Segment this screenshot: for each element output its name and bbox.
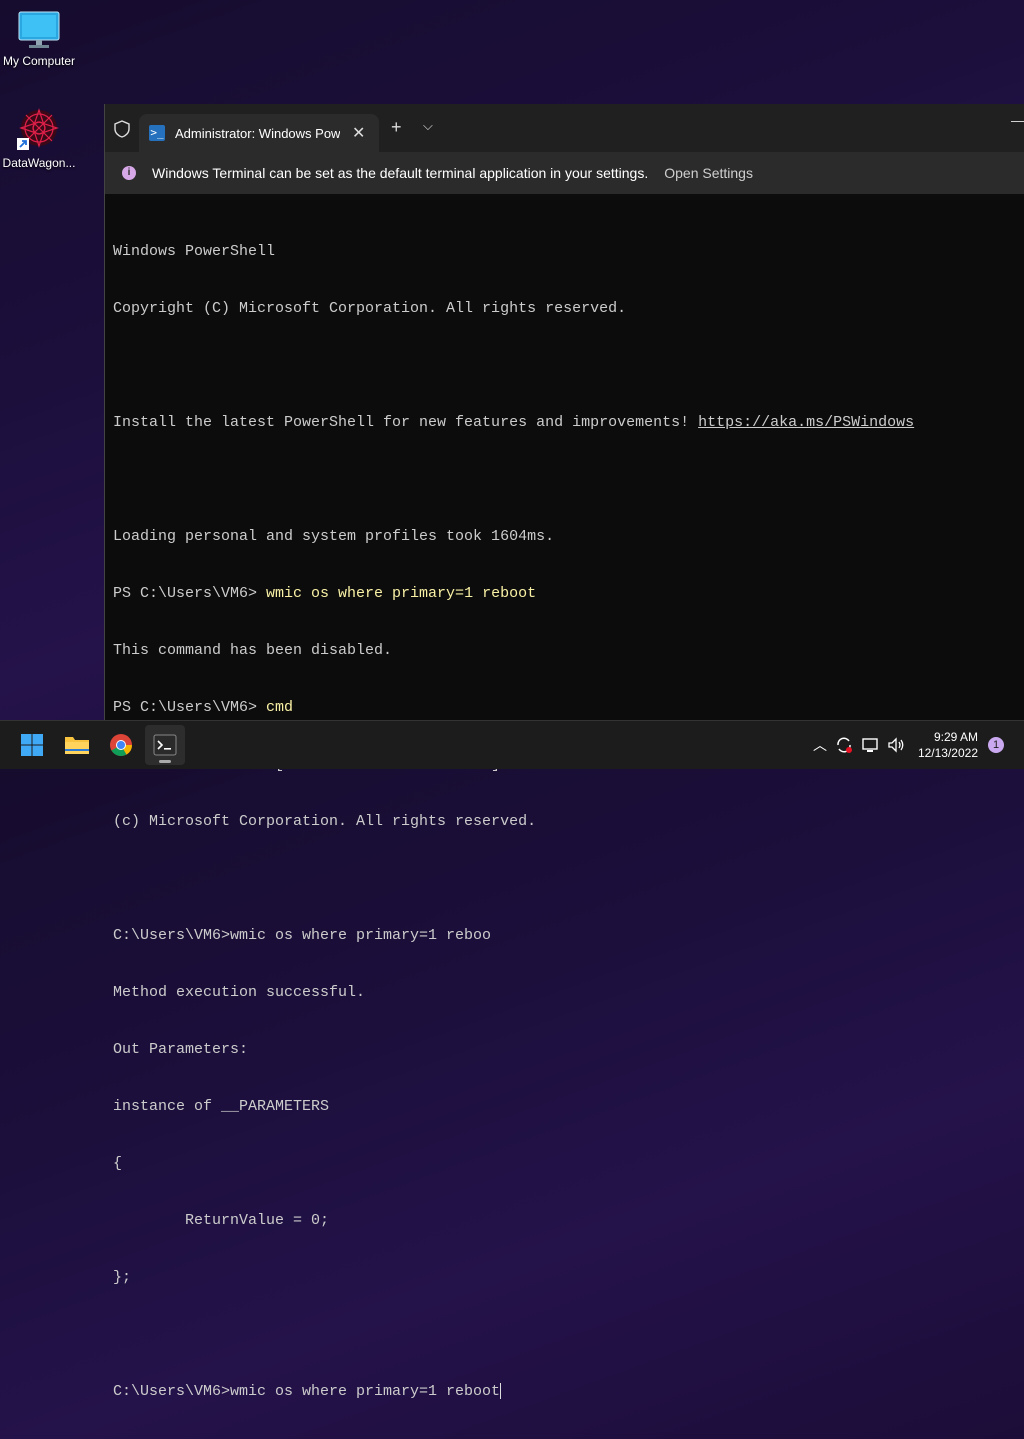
terminal-taskbar-button[interactable] — [145, 725, 185, 765]
terminal-icon — [153, 734, 177, 756]
datawagon-logo-icon — [17, 108, 59, 150]
desktop-icon-datawagon[interactable]: DataWagon... — [0, 106, 82, 170]
file-explorer-icon — [65, 737, 89, 754]
console-line: }; — [113, 1269, 132, 1286]
desktop-icon-my-computer[interactable]: My Computer — [0, 10, 82, 68]
console-line: This command has been disabled. — [113, 642, 393, 659]
file-explorer-button[interactable] — [57, 725, 97, 765]
close-tab-button[interactable]: ✕ — [352, 123, 365, 143]
console-line: instance of __PARAMETERS — [113, 1098, 330, 1115]
console-line: PS C:\Users\VM6> cmd — [113, 698, 1024, 717]
sync-icon[interactable] — [834, 735, 854, 755]
volume-icon[interactable] — [886, 735, 906, 755]
console-line: ReturnValue = 0; — [113, 1212, 330, 1229]
desktop-icon-label: DataWagon... — [2, 156, 76, 170]
monitor-icon — [18, 11, 60, 48]
console-input-text: C:\Users\VM6>wmic os where primary=1 reb… — [113, 1383, 501, 1400]
clock-time: 9:29 AM — [933, 730, 978, 744]
terminal-window: >_ Administrator: Windows Powe ✕ + ⌵ — i… — [104, 104, 1024, 1400]
start-button[interactable] — [12, 725, 52, 765]
info-message: Windows Terminal can be set as the defau… — [152, 165, 649, 181]
chevron-up-icon[interactable]: ︿ — [810, 735, 830, 755]
info-icon: i — [122, 166, 136, 180]
prompt: PS C:\Users\VM6> — [113, 699, 267, 716]
notification-badge[interactable]: 1 — [988, 737, 1004, 753]
tab-bar: >_ Administrator: Windows Powe ✕ + ⌵ — — [105, 104, 1024, 152]
text-cursor — [500, 1383, 502, 1400]
info-bar: i Windows Terminal can be set as the def… — [105, 152, 1024, 194]
clock[interactable]: 9:29 AM 12/13/2022 — [918, 729, 978, 761]
system-tray: ︿ — [810, 721, 906, 769]
console-line: Install the latest PowerShell for new fe… — [113, 413, 1024, 432]
active-indicator — [159, 760, 171, 763]
console-text: Install the latest PowerShell for new fe… — [113, 414, 699, 431]
chrome-icon — [110, 734, 132, 756]
minimize-button[interactable]: — — [1011, 112, 1024, 128]
console-line: C:\Users\VM6>wmic os where primary=1 reb… — [113, 927, 492, 944]
chevron-down-icon[interactable]: ⌵ — [423, 118, 433, 134]
command-text: wmic os where primary=1 reboot — [266, 585, 537, 602]
powershell-link[interactable]: https://aka.ms/PSWindows — [698, 414, 914, 431]
chrome-button[interactable] — [101, 725, 141, 765]
taskbar: ︿ 9:29 AM 12/13/2022 1 — [0, 720, 1024, 769]
console-line: (c) Microsoft Corporation. All rights re… — [113, 813, 537, 830]
open-settings-link[interactable]: Open Settings — [664, 165, 753, 181]
console-line: Loading personal and system profiles too… — [113, 528, 555, 545]
console-output[interactable]: Windows PowerShell Copyright (C) Microso… — [105, 194, 1024, 1439]
console-line: Out Parameters: — [113, 1041, 249, 1058]
console-line: Windows PowerShell — [113, 243, 276, 260]
prompt: PS C:\Users\VM6> — [113, 585, 267, 602]
new-tab-button[interactable]: + — [391, 117, 402, 138]
console-input-line[interactable]: C:\Users\VM6>wmic os where primary=1 reb… — [113, 1382, 1024, 1401]
command-text: cmd — [266, 699, 294, 716]
powershell-icon: >_ — [149, 125, 165, 141]
desktop-icon-label: My Computer — [2, 54, 76, 68]
start-icon — [21, 734, 43, 756]
console-line: { — [113, 1155, 123, 1172]
console-line: Method execution successful. — [113, 984, 366, 1001]
tab-powershell[interactable]: >_ Administrator: Windows Powe ✕ — [139, 114, 379, 152]
console-line: Copyright (C) Microsoft Corporation. All… — [113, 300, 627, 317]
console-line: PS C:\Users\VM6> wmic os where primary=1… — [113, 584, 1024, 603]
clock-date: 12/13/2022 — [917, 746, 978, 760]
shield-icon — [114, 120, 130, 138]
tab-title: Administrator: Windows Powe — [175, 125, 340, 141]
network-icon[interactable] — [860, 735, 880, 755]
